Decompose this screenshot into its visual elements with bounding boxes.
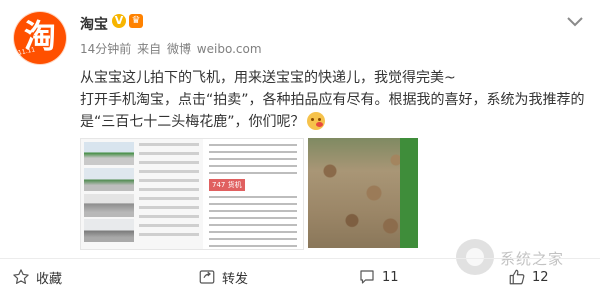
favorite-label: 收藏 (36, 271, 63, 287)
repost-button[interactable]: 转发 (198, 264, 248, 290)
post-source-url[interactable]: weibo.com (197, 42, 262, 56)
post-source[interactable]: 微博 (167, 42, 191, 56)
post-text-line: 打开手机淘宝，点击“拍卖”，各种拍品应有尽有。根据我的喜好，系统为我推荐的 (80, 92, 585, 108)
repost-icon (199, 270, 215, 284)
doc-page: 747 货机 (203, 139, 303, 249)
post-meta: 14分钟前 来自 微博 weibo.com (80, 40, 264, 57)
repost-label: 转发 (222, 271, 249, 287)
source-prefix: 来自 (137, 42, 162, 56)
star-icon (13, 269, 29, 284)
avatar[interactable]: 淘 11.11 (14, 12, 66, 64)
member-crown-icon: ♛ (129, 14, 143, 28)
weibo-post-card: 淘 11.11 淘宝 V ♛ 14分钟前 来自 微博 weibo.com 从宝宝… (0, 0, 600, 295)
aircraft-photo (84, 142, 134, 165)
comment-icon (360, 270, 374, 284)
aircraft-photo (84, 194, 134, 217)
post-time[interactable]: 14分钟前 (80, 42, 131, 56)
post-image-document[interactable]: 747 货机 (80, 138, 304, 250)
post-text: 从宝宝这儿拍下的飞机，用来送宝宝的快递儿，我觉得完美~ 打开手机淘宝，点击“拍卖… (80, 67, 590, 133)
divider (0, 258, 600, 259)
post-image-deer[interactable] (308, 138, 418, 248)
like-count: 12 (532, 269, 549, 285)
post-text-line: 是“三百七十二头梅花鹿”，你们呢？ (80, 111, 590, 133)
grass-strip (400, 138, 418, 248)
favorite-button[interactable]: 收藏 (12, 264, 62, 290)
watermark-logo-icon (456, 239, 494, 275)
comment-button[interactable]: 11 (358, 264, 399, 290)
aircraft-photo (84, 219, 134, 242)
doc-text-lines (139, 143, 199, 242)
user-name[interactable]: 淘宝 (80, 14, 108, 34)
like-button[interactable]: 12 (508, 264, 549, 290)
doc-badge: 747 货机 (209, 179, 245, 191)
verified-icon: V (112, 14, 126, 28)
thumbs-up-icon (509, 269, 525, 285)
post-text-line: 从宝宝这儿拍下的飞机，用来送宝宝的快递儿，我觉得完美~ (80, 70, 456, 86)
comment-count: 11 (382, 269, 399, 285)
chevron-down-icon[interactable] (566, 16, 584, 28)
aircraft-photo (84, 168, 134, 191)
emoji-icon (306, 112, 325, 130)
